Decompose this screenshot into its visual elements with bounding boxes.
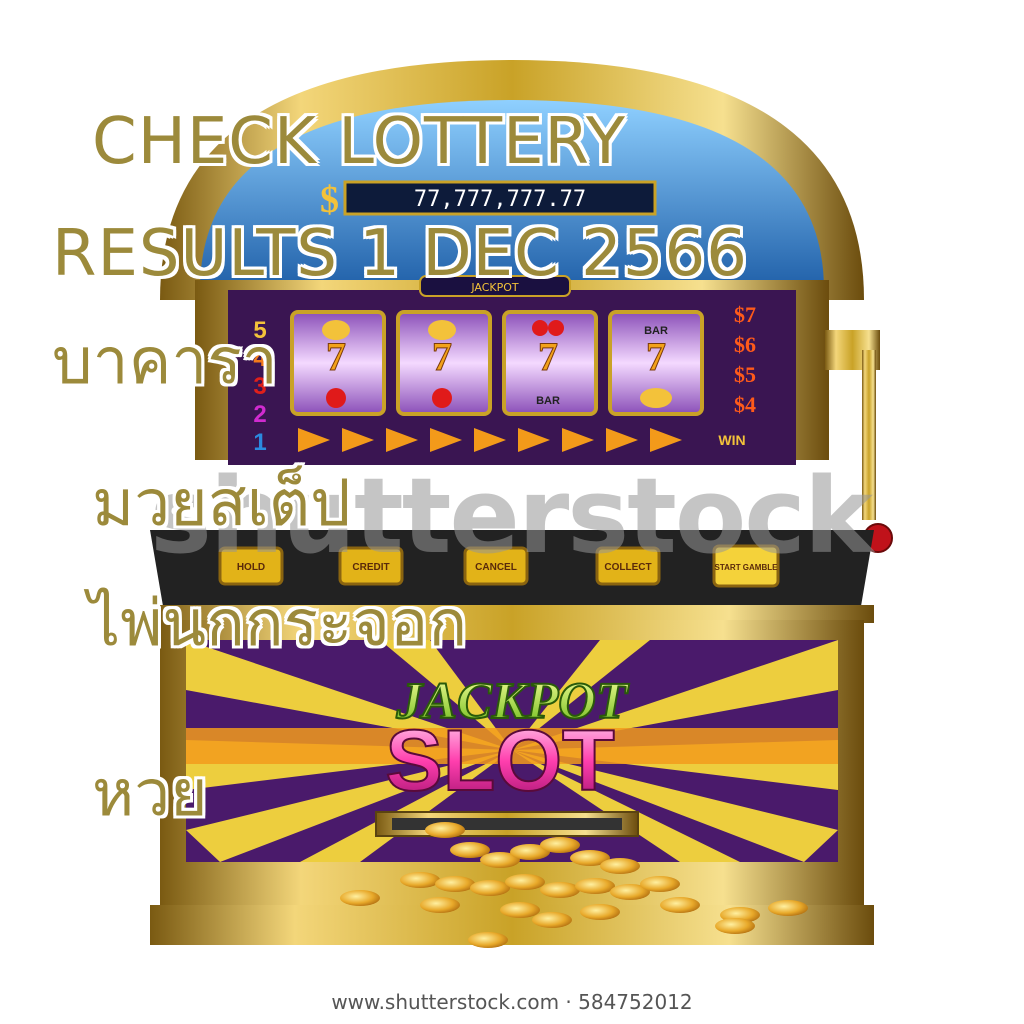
- reel-seven: 7: [538, 334, 558, 379]
- pay-value: $4: [734, 392, 756, 417]
- overlay-line-4: มวยสเต็ป: [92, 467, 351, 541]
- pay-value: $7: [734, 302, 756, 327]
- overlay-line-1: CHECK LOTTERY: [92, 105, 626, 179]
- bar-label: BAR: [536, 395, 560, 407]
- overlay-line-3: บาคารา: [52, 325, 278, 399]
- slot-logo: SLOT: [385, 713, 614, 809]
- win-label: WIN: [718, 432, 745, 448]
- jackpot-amount: 77,777,777.77: [414, 187, 586, 212]
- bar-label: BAR: [644, 325, 668, 337]
- line-number: 2: [253, 401, 266, 428]
- overlay-line-2: RESULTS 1 DEC 2566: [52, 217, 748, 291]
- pay-value: $5: [734, 362, 756, 387]
- footer-watermark: www.shutterstock.com · 584752012: [331, 990, 693, 1014]
- reel-seven: 7: [326, 334, 346, 379]
- cherry-symbol: [432, 388, 452, 408]
- bell-symbol: [640, 388, 672, 408]
- overlay-line-5: ไพ่นกกระจอก: [88, 587, 468, 661]
- pay-value: $6: [734, 332, 756, 357]
- reel-seven: 7: [646, 334, 666, 379]
- dollar-sign: $: [320, 179, 339, 221]
- reel-seven: 7: [432, 334, 452, 379]
- cherry-symbol: [326, 388, 346, 408]
- overlay-line-6: หวย: [92, 757, 208, 831]
- line-number: 1: [253, 429, 266, 456]
- slot-machine-image: $ 77,777,777.77 JACKPOT $7 $6 $5 $4 5 4 …: [0, 0, 1024, 1024]
